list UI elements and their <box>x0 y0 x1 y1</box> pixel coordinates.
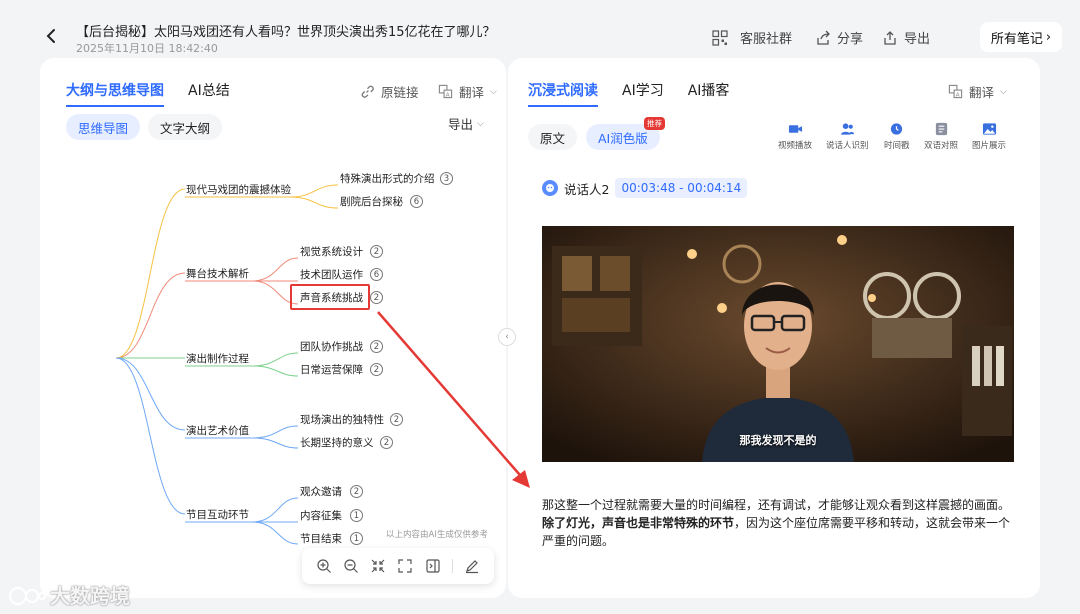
mindmap-branch-node[interactable]: 现代马戏团的震撼体验 <box>186 182 291 197</box>
recommended-badge: 推荐 <box>644 117 665 130</box>
fullscreen-icon[interactable] <box>397 558 413 574</box>
mindmap-leaf-node[interactable]: 长期坚持的意义 <box>300 435 374 450</box>
video-camera-icon <box>788 125 802 133</box>
tool-timestamp[interactable]: 时间戳 <box>884 122 910 151</box>
top-bar: 【后台揭秘】太阳马戏团还有人看吗？世界顶尖演出秀15亿花在了哪儿？ 2025年1… <box>20 14 1064 58</box>
upload-icon <box>884 30 896 45</box>
tab-ai-learning[interactable]: AI学习 <box>622 80 664 107</box>
panel-toggle-icon[interactable] <box>425 558 441 574</box>
mindmap-branch-node[interactable]: 舞台技术解析 <box>186 266 249 281</box>
watermark: 大数跨境 <box>8 580 130 609</box>
tool-speaker-id[interactable]: 说话人识别 <box>826 122 869 151</box>
mindmap-count-badge[interactable]: 6 <box>370 268 383 281</box>
mindmap-branch-node[interactable]: 节目互动环节 <box>186 507 249 522</box>
image-icon <box>982 123 996 135</box>
mindmap-count-badge[interactable]: 2 <box>370 245 383 258</box>
tab-ai-podcast[interactable]: AI播客 <box>688 80 730 107</box>
mindmap-branch-node[interactable]: 演出艺术价值 <box>186 423 249 438</box>
collapse-all-icon[interactable] <box>370 558 386 574</box>
translate-icon: A <box>948 84 963 98</box>
speaker-avatar-icon <box>542 180 558 196</box>
mindmap-count-badge[interactable]: 2 <box>370 340 383 353</box>
branch-link <box>115 357 186 515</box>
branch-link <box>115 272 186 359</box>
tool-bilingual[interactable]: 双语对照 <box>924 122 958 151</box>
page-datetime: 2025年11月10日 18:42:40 <box>76 42 218 55</box>
mindmap-toolbar <box>302 548 494 584</box>
zoom-out-icon[interactable] <box>343 558 359 574</box>
zoom-in-icon[interactable] <box>316 558 332 574</box>
mindmap-count-badge[interactable]: 6 <box>410 195 423 208</box>
speaker-id-icon <box>840 123 854 135</box>
export-button[interactable]: 导出 <box>882 28 930 47</box>
clock-icon <box>891 123 903 135</box>
mindmap-leaf-node[interactable]: 内容征集 <box>300 508 342 523</box>
page-title: 【后台揭秘】太阳马戏团还有人看吗？世界顶尖演出秀15亿花在了哪儿？ <box>76 25 496 40</box>
mindmap-count-badge[interactable]: 2 <box>350 485 363 498</box>
speaker-row: 说话人2 00:03:48 - 00:04:14 <box>542 178 748 198</box>
all-notes-button[interactable]: 所有笔记 › <box>980 22 1062 52</box>
toolbar-divider <box>452 559 454 573</box>
speaker-name[interactable]: 说话人2 <box>564 179 609 198</box>
grid-icon <box>712 29 728 46</box>
right-tabs: 沉浸式阅读 AI学习 AI播客 <box>528 80 729 107</box>
video-still <box>542 226 1014 462</box>
community-button[interactable]: 客服社群 <box>712 28 792 47</box>
outline-panel: 大纲与思维导图 AI总结 原链接 A 翻译 ⌵ 思维导图 文字大纲 导出 ⌵ 现… <box>40 58 506 598</box>
tool-video-play[interactable]: 视频播放 <box>778 122 812 151</box>
mindmap-count-badge[interactable]: 3 <box>440 172 453 185</box>
mindmap-leaf-node[interactable]: 剧院后台探秘 <box>340 194 403 209</box>
chevron-right-icon: › <box>1045 29 1052 45</box>
tab-immersive-reading[interactable]: 沉浸式阅读 <box>528 80 598 107</box>
highlight-box <box>290 284 370 310</box>
mindmap-count-badge[interactable]: 2 <box>370 363 383 376</box>
mindmap-count-badge[interactable]: 2 <box>390 413 403 426</box>
mindmap-leaf-node[interactable]: 现场演出的独特性 <box>300 412 384 427</box>
mindmap-count-badge[interactable]: 1 <box>350 509 363 522</box>
mindmap-count-badge[interactable]: 2 <box>370 291 383 304</box>
translate-button[interactable]: A 翻译 ⌵ <box>948 82 1007 101</box>
ai-disclaimer: 以上内容由AI生成仅供参考 <box>386 530 488 540</box>
mindmap-leaf-node[interactable]: 节目结束 <box>300 531 342 546</box>
chevron-down-icon: ⌵ <box>1000 86 1007 97</box>
panel-collapse-button[interactable]: ‹ <box>498 328 516 346</box>
share-icon <box>817 30 830 45</box>
video-frame[interactable]: 那我发现不是的 <box>542 226 1014 462</box>
mindmap-leaf-node[interactable]: 观众邀请 <box>300 484 342 499</box>
mindmap-canvas <box>115 184 339 545</box>
back-button[interactable] <box>44 28 58 44</box>
timestamp-badge[interactable]: 00:03:48 - 00:04:14 <box>615 178 748 198</box>
mindmap-leaf-node[interactable]: 技术团队运作 <box>300 267 363 282</box>
pencil-icon[interactable] <box>464 558 480 574</box>
share-button[interactable]: 分享 <box>815 28 863 47</box>
mindmap-count-badge[interactable]: 1 <box>350 532 363 545</box>
branch-link <box>115 188 186 359</box>
mindmap-branch-node[interactable]: 演出制作过程 <box>186 351 249 366</box>
mindmap-leaf-node[interactable]: 视觉系统设计 <box>300 244 363 259</box>
mindmap-count-badge[interactable]: 2 <box>380 436 393 449</box>
reading-panel: 沉浸式阅读 AI学习 AI播客 A 翻译 ⌵ 原文 AI润色版 推荐 视频播放 … <box>508 58 1040 598</box>
svg-text:A: A <box>956 92 960 98</box>
original-text-pill[interactable]: 原文 <box>528 124 578 150</box>
transcript-paragraph: 那这整一个过程就需要大量的时间编程，还有调试，才能够让观众看到这样震撼的画面。除… <box>542 498 1011 548</box>
chevron-left-icon <box>46 29 55 43</box>
tool-image-display[interactable]: 图片展示 <box>972 122 1006 151</box>
mindmap-leaf-node[interactable]: 日常运营保障 <box>300 362 363 377</box>
watermark-logo-icon <box>9 586 46 605</box>
mindmap-leaf-node[interactable]: 团队协作挑战 <box>300 339 363 354</box>
bilingual-icon <box>935 122 947 136</box>
mindmap-leaf-node[interactable]: 特殊演出形式的介绍 <box>340 171 435 186</box>
branch-link <box>115 357 186 431</box>
chevron-left-icon: ‹ <box>505 332 509 342</box>
transcript-highlight: 除了灯光，声音也是非常特殊的环节 <box>542 516 735 530</box>
video-caption: 那我发现不是的 <box>739 434 817 447</box>
